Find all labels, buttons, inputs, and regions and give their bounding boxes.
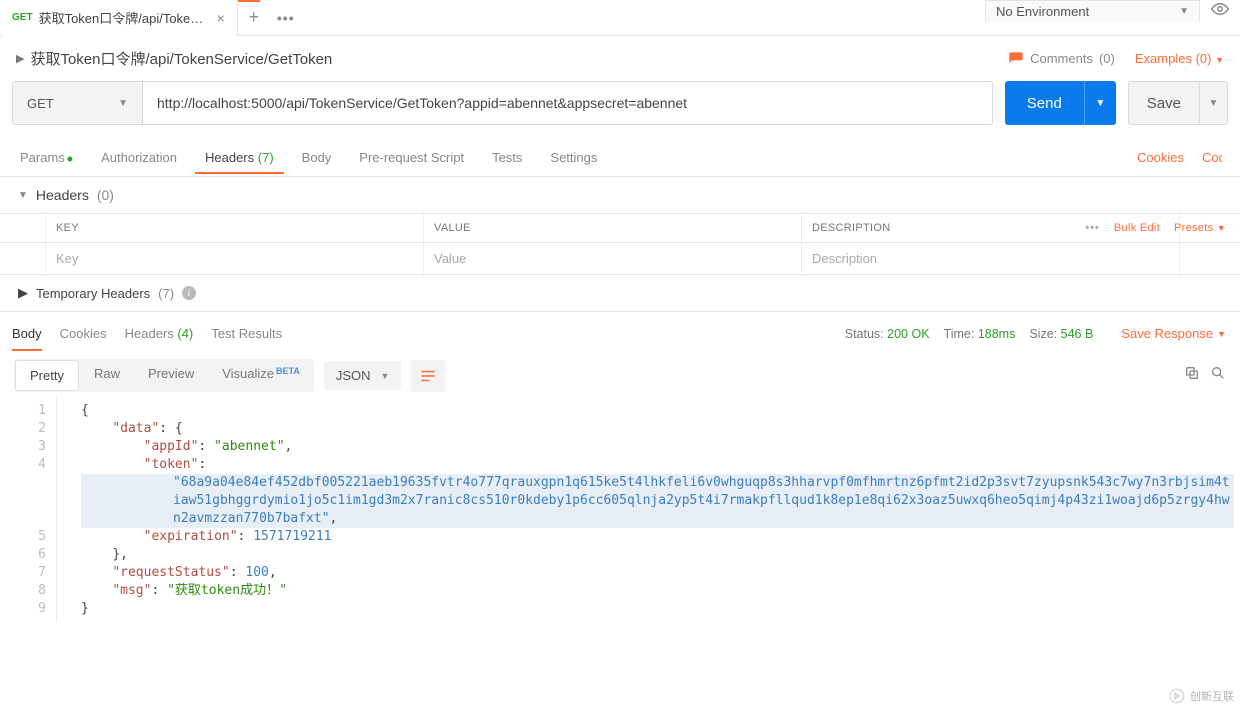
wrap-lines-button[interactable] bbox=[411, 360, 445, 392]
response-tab-body[interactable]: Body bbox=[12, 322, 42, 345]
status-value: 200 OK bbox=[887, 327, 929, 341]
save-button[interactable]: Save bbox=[1128, 81, 1200, 125]
view-pretty[interactable]: Pretty bbox=[15, 360, 79, 391]
tab-headers-label: Headers bbox=[205, 150, 254, 165]
save-options-button[interactable]: ▼ bbox=[1200, 81, 1228, 125]
examples-link[interactable]: Examples (0) ▼ bbox=[1135, 51, 1224, 66]
response-tab-headers-label: Headers bbox=[125, 326, 174, 341]
chevron-down-icon: ▼ bbox=[1179, 6, 1189, 17]
comment-icon bbox=[1008, 51, 1024, 67]
chevron-down-icon: ▼ bbox=[18, 190, 28, 201]
close-icon[interactable]: × bbox=[215, 10, 227, 26]
watermark: 创新互联 bbox=[1168, 687, 1234, 705]
tab-menu-icon[interactable]: ••• bbox=[270, 2, 302, 34]
examples-count: (0) bbox=[1196, 51, 1212, 66]
request-tab[interactable]: GET 获取Token口令牌/api/TokenSer... × bbox=[2, 0, 238, 36]
tab-pre-request[interactable]: Pre-request Script bbox=[357, 142, 466, 173]
save-response-label: Save Response bbox=[1121, 326, 1213, 341]
view-visualize-label: Visualize bbox=[222, 366, 274, 381]
cookies-link[interactable]: Cookies bbox=[1137, 150, 1184, 165]
environment-select[interactable]: No Environment ▼ bbox=[985, 0, 1200, 22]
copy-icon[interactable] bbox=[1184, 365, 1200, 386]
chevron-down-icon: ▼ bbox=[118, 98, 128, 109]
chevron-down-icon: ▼ bbox=[1215, 55, 1224, 65]
chevron-down-icon: ▼ bbox=[1217, 329, 1226, 339]
info-icon[interactable]: i bbox=[182, 286, 196, 300]
presets-label: Presets bbox=[1174, 222, 1213, 234]
headers-section-title: Headers bbox=[36, 187, 89, 203]
header-description-input[interactable] bbox=[812, 251, 1169, 266]
tab-tests[interactable]: Tests bbox=[490, 142, 524, 173]
response-body[interactable]: 1 2 3 4 5 6 7 8 9 { "data": { "appId": "… bbox=[0, 398, 1240, 632]
add-tab-icon[interactable]: + bbox=[238, 2, 270, 34]
view-preview[interactable]: Preview bbox=[134, 359, 208, 392]
time-label: Time: bbox=[944, 327, 975, 341]
header-value-input[interactable] bbox=[434, 251, 791, 266]
time-value: 188ms bbox=[978, 327, 1016, 341]
tab-authorization[interactable]: Authorization bbox=[99, 142, 179, 173]
send-options-button[interactable]: ▼ bbox=[1084, 81, 1116, 125]
view-raw[interactable]: Raw bbox=[80, 359, 134, 392]
bulk-edit-link[interactable]: Bulk Edit bbox=[1114, 222, 1160, 234]
size-value: 546 B bbox=[1061, 327, 1094, 341]
chevron-right-icon: ▶ bbox=[18, 285, 28, 301]
beta-badge: BETA bbox=[276, 366, 300, 376]
examples-label: Examples bbox=[1135, 51, 1192, 66]
environment-quicklook-icon[interactable] bbox=[1208, 0, 1232, 23]
response-tab-test-results[interactable]: Test Results bbox=[211, 322, 282, 345]
http-method-label: GET bbox=[27, 96, 54, 111]
tab-params-label: Params bbox=[20, 150, 65, 165]
temporary-headers-title: Temporary Headers bbox=[36, 286, 150, 301]
search-icon[interactable] bbox=[1210, 365, 1226, 386]
tab-params[interactable]: Params• bbox=[18, 142, 75, 173]
code-link[interactable]: Code bbox=[1202, 150, 1222, 165]
tab-body[interactable]: Body bbox=[300, 142, 334, 173]
tab-settings[interactable]: Settings bbox=[548, 142, 599, 173]
format-select[interactable]: JSON ▼ bbox=[324, 361, 402, 390]
send-button[interactable]: Send bbox=[1005, 81, 1084, 125]
comments-link[interactable]: Comments (0) bbox=[1008, 51, 1115, 67]
tab-headers[interactable]: Headers (7) bbox=[203, 142, 276, 173]
breadcrumb: 获取Token口令牌/api/TokenService/GetToken bbox=[30, 48, 332, 69]
response-tab-cookies[interactable]: Cookies bbox=[60, 322, 107, 345]
format-label: JSON bbox=[336, 368, 371, 383]
comments-label: Comments bbox=[1030, 51, 1093, 66]
headers-section-count: (0) bbox=[97, 187, 114, 203]
environment-selected: No Environment bbox=[996, 4, 1089, 19]
tab-method-label: GET bbox=[12, 12, 33, 23]
tab-headers-count: (7) bbox=[258, 150, 274, 165]
kv-col-key: KEY bbox=[46, 214, 424, 242]
size-label: Size: bbox=[1029, 327, 1057, 341]
response-tab-headers-count: (4) bbox=[177, 326, 193, 341]
kv-more-icon[interactable]: ••• bbox=[1085, 222, 1100, 234]
params-dirty-indicator-icon: • bbox=[67, 156, 73, 162]
tab-title: 获取Token口令牌/api/TokenSer... bbox=[39, 8, 209, 27]
wrap-icon bbox=[419, 367, 437, 385]
kv-col-value: VALUE bbox=[424, 214, 802, 242]
comments-count: (0) bbox=[1099, 51, 1115, 66]
presets-link[interactable]: Presets ▼ bbox=[1174, 222, 1226, 234]
header-key-input[interactable] bbox=[56, 251, 413, 266]
view-visualize[interactable]: VisualizeBETA bbox=[208, 359, 314, 392]
save-response-button[interactable]: Save Response ▼ bbox=[1111, 326, 1226, 341]
collapse-icon[interactable]: ▶ bbox=[16, 52, 24, 65]
view-mode-segment: Pretty Raw Preview VisualizeBETA bbox=[14, 359, 314, 392]
line-gutter: 1 2 3 4 5 6 7 8 9 bbox=[0, 398, 56, 622]
chevron-down-icon: ▼ bbox=[1217, 223, 1226, 233]
http-method-select[interactable]: GET ▼ bbox=[13, 82, 143, 124]
chevron-down-icon: ▼ bbox=[381, 371, 390, 381]
headers-section-toggle[interactable]: ▼ Headers (0) bbox=[0, 177, 1240, 213]
url-input[interactable] bbox=[143, 82, 992, 124]
temporary-headers-toggle[interactable]: ▶ Temporary Headers (7) i bbox=[0, 275, 1240, 312]
temporary-headers-count: (7) bbox=[158, 286, 174, 301]
status-label: Status: bbox=[845, 327, 884, 341]
response-tab-headers[interactable]: Headers (4) bbox=[125, 322, 194, 345]
